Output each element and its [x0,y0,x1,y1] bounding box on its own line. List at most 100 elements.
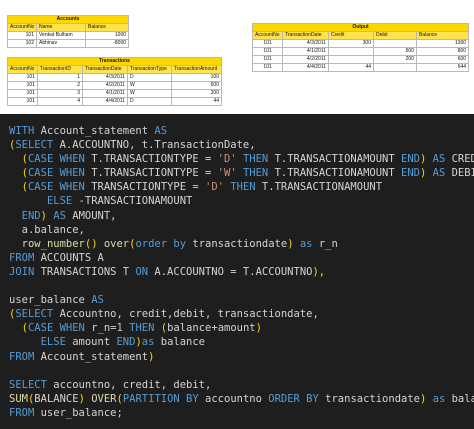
table-cell [328,55,374,64]
code-token: balance [451,392,474,405]
code-token: ELSE [40,336,73,349]
code-token: END [401,167,420,180]
accounts-header: Balance [84,23,130,32]
table-cell: 101 [7,31,37,40]
code-token: as [432,392,452,405]
code-line: (CASE WHEN r_n=1 THEN (balance+amount) [9,321,474,335]
table-cell: 1 [37,73,83,82]
code-token: user_balance; [40,406,123,419]
code-line: (CASE WHEN T.TRANSACTIONTYPE = 'W' THEN … [9,166,474,180]
table-cell: 4/4/2011 [82,97,128,106]
code-token: over [103,237,130,250]
table-cell: 100 [171,73,222,82]
code-token: T.TRANSACTIONAMOUNT [274,153,401,166]
code-token: 'D' [205,181,231,194]
table-row: 102 Abhinav -8000 [7,39,130,48]
table-cell [373,39,417,48]
table-cell: 200 [171,89,222,98]
table-cell: 4/3/2011 [82,73,128,82]
code-token: ELSE [46,195,79,208]
code-token: A.ACCOUNTNO [154,265,231,278]
table-cell: 44 [328,63,374,72]
code-token: amount [217,322,256,335]
code-token: A.ACCOUNTNO, t.TransactionDate, [59,139,256,152]
code-token: user_balance [9,294,92,307]
transactions-header: TransactionType [127,65,172,74]
accounts-table: Accounts AccountNo Name Balance 101 Venk… [6,15,130,48]
code-token: = [205,153,218,166]
code-line: JOIN TRANSACTIONS T ON A.ACCOUNTNO = T.A… [9,265,474,279]
output-header: TransactionDate [282,31,329,40]
table-cell: 500 [373,47,417,56]
code-token: SELECT [15,308,60,321]
code-line: (CASE WHEN TRANSACTIONTYPE = 'D' THEN T.… [9,180,474,194]
code-token: ) [40,209,54,222]
code-token: CASE WHEN [27,181,92,194]
table-cell: 101 [252,63,283,72]
table-cell: 1000 [84,31,130,40]
code-token: 'D' [217,153,243,166]
transactions-header: AccountNo [7,65,38,74]
code-token: amount [72,336,117,349]
table-cell: 3 [37,89,83,98]
code-token: transactiondate [192,237,288,250]
code-token: r_n [91,322,111,335]
code-token: AMOUNT, [72,209,117,222]
table-cell: 800 [415,47,470,56]
code-token: balance [167,322,212,335]
code-token: THEN [129,322,161,335]
code-token: AS [53,209,73,222]
code-line: ELSE amount END)as balance [9,335,474,349]
code-token: order by [135,237,193,250]
code-token: Accountno, credit,debit, transactiondate… [59,308,319,321]
code-token: END [401,153,420,166]
table-cell: D [127,97,172,106]
table-cell: 500 [171,81,222,90]
code-token: ) [419,392,433,405]
code-token: ) [419,167,433,180]
table-cell: Abhinav [36,39,86,48]
table-cell: 200 [373,55,417,64]
code-line: WITH Account_statement AS [9,124,474,138]
code-token: END [21,209,41,222]
code-line: SELECT accountno, credit, debit, [9,378,474,392]
code-line: SUM(BALANCE) OVER(PARTITION BY accountno… [9,392,474,406]
code-token: AS [432,153,452,166]
table-cell: 644 [415,63,470,72]
code-token: = [230,265,243,278]
transactions-header: TransactionDate [82,65,128,74]
code-line: FROM user_balance; [9,406,474,420]
table-cell: 44 [171,97,222,106]
table-cell: 4/2/2011 [282,55,329,64]
code-line: (SELECT A.ACCOUNTNO, t.TransactionDate, [9,138,474,152]
table-row: 101 3 4/1/2011 W 200 [7,89,222,98]
code-token: TRANSACTIONTYPE [91,181,193,194]
sql-code-block: WITH Account_statement AS (SELECT A.ACCOU… [0,114,474,429]
table-cell: 4/3/2011 [282,39,329,48]
code-token: accountno [205,392,269,405]
code-line: ELSE -TRANSACTIONAMOUNT [9,194,474,208]
table-cell: 101 [252,39,283,48]
code-token: SELECT [15,139,60,152]
code-token: THEN [242,167,275,180]
code-token: 1 [116,322,130,335]
table-cell [373,63,417,72]
table-cell: -8000 [84,39,130,48]
table-cell: 4/1/2011 [282,47,329,56]
code-token: FROM [9,251,41,264]
output-header: AccountNo [252,31,283,40]
code-token: CASE WHEN [27,167,92,180]
transactions-header: TransactionAmount [171,65,222,74]
accounts-header: AccountNo [7,23,37,32]
code-token: SUM [9,392,28,405]
table-cell: 101 [252,47,283,56]
code-token: END [116,336,136,349]
output-header: Credit [328,31,374,40]
code-token: PARTITION BY [122,392,206,405]
code-token: THEN [230,181,262,194]
code-line: (CASE WHEN T.TRANSACTIONTYPE = 'D' THEN … [9,152,474,166]
